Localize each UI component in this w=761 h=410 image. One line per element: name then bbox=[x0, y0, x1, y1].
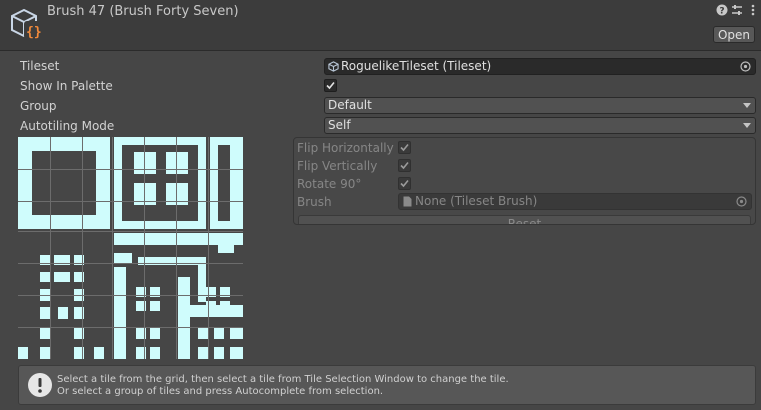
show-in-palette-label: Show In Palette bbox=[20, 79, 113, 93]
flip-horizontally-checkbox[interactable] bbox=[398, 141, 411, 154]
object-picker-icon[interactable] bbox=[740, 61, 751, 72]
dropdown-arrow-icon bbox=[743, 123, 751, 128]
help-text: Select a tile from the grid, then select… bbox=[57, 374, 509, 398]
brush-field[interactable]: None (Tileset Brush) bbox=[398, 193, 752, 210]
checkmark-icon bbox=[400, 143, 409, 152]
info-icon bbox=[28, 373, 52, 397]
tileset-label: Tileset bbox=[20, 59, 60, 73]
autotile-grid[interactable] bbox=[18, 137, 243, 359]
tile-settings-panel: Flip Horizontally Flip Vertically Rotate… bbox=[293, 137, 756, 225]
checkmark-icon bbox=[326, 81, 335, 90]
tileset-field[interactable]: RoguelikeTileset (Tileset) bbox=[324, 58, 756, 75]
flip-vertically-label: Flip Vertically bbox=[297, 159, 378, 173]
group-value: Default bbox=[328, 98, 372, 112]
reset-button[interactable]: Reset bbox=[298, 215, 751, 224]
flip-vertically-checkbox[interactable] bbox=[398, 159, 411, 172]
open-button[interactable]: Open bbox=[713, 26, 755, 43]
checkmark-icon bbox=[400, 179, 409, 188]
rotate-90-checkbox[interactable] bbox=[398, 177, 411, 190]
help-box: Select a tile from the grid, then select… bbox=[18, 365, 756, 405]
help-line-1: Select a tile from the grid, then select… bbox=[57, 374, 509, 385]
help-line-2: Or select a group of tiles and press Aut… bbox=[57, 386, 384, 397]
object-picker-icon[interactable] bbox=[736, 196, 747, 207]
autotiling-mode-value: Self bbox=[328, 118, 351, 132]
flip-horizontally-label: Flip Horizontally bbox=[297, 141, 394, 155]
inspector-header: {} Brush 47 (Brush Forty Seven) ? Open bbox=[0, 0, 761, 51]
brush-value: None (Tileset Brush) bbox=[415, 194, 538, 208]
autotiling-mode-label: Autotiling Mode bbox=[20, 119, 115, 133]
svg-text:{}: {} bbox=[26, 25, 42, 40]
group-label: Group bbox=[20, 99, 57, 113]
rotate-90-label: Rotate 90° bbox=[297, 177, 362, 191]
more-options-icon[interactable] bbox=[747, 4, 759, 16]
show-in-palette-checkbox[interactable] bbox=[324, 79, 337, 92]
asset-title: Brush 47 (Brush Forty Seven) bbox=[47, 4, 239, 19]
preset-icon[interactable] bbox=[731, 4, 743, 16]
brush-label: Brush bbox=[297, 195, 332, 209]
script-asset-icon bbox=[403, 196, 412, 207]
tileset-value: RoguelikeTileset (Tileset) bbox=[341, 59, 492, 73]
brush-inspector: {} Brush 47 (Brush Forty Seven) ? Open T… bbox=[0, 0, 761, 410]
autotiling-mode-dropdown[interactable]: Self bbox=[324, 117, 756, 134]
tileset-asset-icon bbox=[328, 61, 339, 72]
dropdown-arrow-icon bbox=[743, 103, 751, 108]
tile-brush-asset-icon: {} bbox=[11, 8, 42, 40]
group-dropdown[interactable]: Default bbox=[324, 97, 756, 114]
help-icon[interactable]: ? bbox=[716, 4, 728, 16]
svg-text:?: ? bbox=[719, 7, 724, 17]
checkmark-icon bbox=[400, 161, 409, 170]
